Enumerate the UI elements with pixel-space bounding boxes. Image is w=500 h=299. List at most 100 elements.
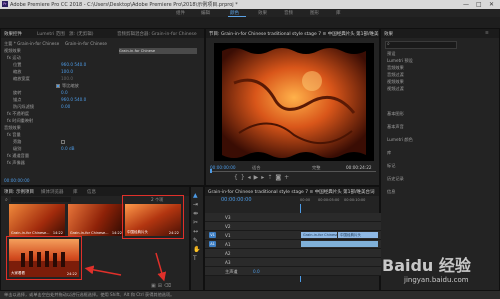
tab-sequence[interactable]: Grain-in-for Chinese traditional style s… [208,189,378,195]
razor-icon[interactable]: ✂ [193,218,203,227]
panel-markers[interactable]: 标记 [387,163,395,169]
panel-lumetri-color[interactable]: Lumetri 颜色 [387,137,413,143]
new-bin-icon[interactable]: ▣ [151,283,158,289]
master-clip-header[interactable]: 主要 * Grain-in-for Chinese [4,41,59,47]
project-panel: 项目: 示例项目 媒体浏览器 库 信息 ⌕ 2 个项 Grain-in-for … [0,186,190,291]
tab-media-browser[interactable]: 媒体浏览器 [41,189,64,195]
title-bar: Pr Adobe Premiere Pro CC 2018 - C:\Users… [0,0,500,9]
track-label: A2 [225,251,231,256]
effects-item-presets[interactable]: 预设 [387,51,395,57]
program-timecode[interactable]: 00:00:00:00 [210,165,236,170]
project-footer-tools: ▣⊞⌫ [151,283,187,290]
effect-channel-volume[interactable]: fx 通道音量 [7,153,29,159]
panel-info[interactable]: 信息 [387,189,395,195]
param-scale: 缩放 [13,69,22,74]
uniform-scale-checkbox[interactable] [56,84,60,88]
param-scale-width-value[interactable]: 100.0 [61,76,73,81]
tab-effects[interactable]: 效果 [384,31,393,37]
effects-search-input[interactable] [385,41,457,49]
panel-history[interactable]: 历史记录 [387,176,404,182]
param-rotation: 旋转 [13,90,22,95]
panel-libraries[interactable]: 库 [387,150,391,156]
project-clip-thumbnail[interactable]: Grain-in-for Chinese... 14:22 [9,204,65,236]
program-playhead[interactable] [210,169,212,173]
tab-project[interactable]: 项目: 示例项目 [4,189,34,195]
pen-icon[interactable]: ✎ [193,236,203,245]
param-scale-value[interactable]: 100.0 [61,69,73,74]
mark-out-icon[interactable]: } [241,174,248,181]
tab-lumetri-scopes[interactable]: Lumetri 范围 [37,31,65,37]
effect-panner[interactable]: fx 声像器 [7,160,25,166]
delete-icon[interactable]: ⌫ [164,283,173,289]
timeline-ruler[interactable]: 00:00 00:00:05:00 00:00:10:00 [300,198,378,204]
bypass-checkbox[interactable] [61,140,65,144]
highlight-box-sequence [122,195,184,239]
project-clip-name: Grain-in-for Chinese... [11,231,50,235]
workspace-graphics[interactable]: 图形 [310,10,319,16]
timeline-timecode[interactable]: 00:00:00:00 [221,197,252,203]
mark-in-icon[interactable]: { [234,174,241,181]
effect-time-remap[interactable]: fx 时间重映射 [7,118,33,124]
export-frame-icon[interactable]: ◙ [275,174,284,181]
param-level-value[interactable]: 0.0 dB [61,146,75,151]
selection-tool-icon[interactable]: ▲ [193,191,203,200]
type-icon[interactable]: T [193,254,203,263]
tab-info[interactable]: 信息 [87,189,96,195]
timeline-audio-clip[interactable] [301,241,378,247]
sequence-clip-header[interactable]: Grain-in-for Chinese [65,41,107,46]
ripple-edit-icon[interactable]: ⇹ [193,209,203,218]
param-anchor-value[interactable]: 960.0 540.0 [61,97,86,102]
tab-effect-controls[interactable]: 效果控件 [4,31,22,37]
project-search-input[interactable] [11,197,71,202]
effects-item-video-transitions[interactable]: 视频过渡 [387,86,404,92]
project-clip-thumbnail[interactable]: Grain-in-for Chinese... 14:22 [68,204,124,236]
param-position-value[interactable]: 960.0 540.0 [61,62,86,67]
panel-essential-graphics[interactable]: 基本图形 [387,111,404,117]
effects-item-lumetri-presets[interactable]: Lumetri 预设 [387,58,413,64]
workspace-bar: 组件 编辑 颜色 效果 音频 图形 库 [0,9,500,17]
effects-item-video-effects[interactable]: 视频效果 [387,79,404,85]
track-label: V2 [225,224,231,229]
tab-source[interactable]: 源: (无剪辑) [69,31,93,37]
hand-icon[interactable]: ✋ [193,245,203,254]
timeline-tabs: Grain-in-for Chinese traditional style s… [205,187,379,196]
workspace-assembly[interactable]: 组件 [176,10,185,16]
watermark-url: jingyan.baidu.com [404,276,469,284]
tab-libraries[interactable]: 库 [73,189,78,195]
panel-essential-sound[interactable]: 基本声音 [387,124,404,130]
track-label: V1 [225,233,231,238]
workspace-audio[interactable]: 音频 [284,10,293,16]
ruler-tick: 00:00 [300,198,311,202]
param-level: 级别 [13,146,22,151]
master-volume-value[interactable]: 0.0 [253,269,260,274]
tab-audio-clip-mixer[interactable]: 音频剪辑混合器: Grain-in-for Chinese [117,31,203,37]
panel-menu-icon[interactable]: ≡ [485,31,489,36]
effects-item-audio-effects[interactable]: 音频效果 [387,65,404,71]
program-monitor: 节目: Grain-in-for Chinese traditional sty… [205,28,380,186]
effect-motion[interactable]: fx 运动 [7,55,21,61]
workspace-libraries[interactable]: 库 [336,10,341,16]
workspace-editing[interactable]: 编辑 [201,10,210,16]
param-rotation-value[interactable]: 0.0 [61,90,68,95]
source-patch-a1[interactable]: A1 [209,241,216,247]
param-anti-flicker-value[interactable]: 0.00 [61,104,70,109]
track-label: A1 [225,242,231,247]
param-bypass: 旁路 [13,139,22,144]
minimize-button[interactable]: — [463,1,469,8]
source-patch-v1[interactable]: V1 [209,232,216,238]
program-scrub-bar[interactable] [210,171,376,172]
tab-program[interactable]: 节目: Grain-in-for Chinese traditional sty… [209,31,379,37]
workspace-effects[interactable]: 效果 [258,10,267,16]
timeline-clip[interactable]: Grain-in-for Chinese [301,232,337,238]
effect-opacity[interactable]: fx 不透明度 [7,111,29,117]
effect-controls-timecode[interactable]: 00:00:00:00 [4,178,30,183]
track-select-icon[interactable]: ⇥ [193,200,203,209]
close-button[interactable]: ✕ [489,1,494,8]
maximize-button[interactable]: □ [476,1,482,8]
effect-volume[interactable]: fx 音量 [7,132,21,138]
effects-item-audio-transitions[interactable]: 音频过渡 [387,72,404,78]
timeline-clip[interactable]: 中国经典片头 [338,232,378,238]
project-clip-duration: 14:22 [111,231,122,235]
add-icon[interactable]: + [284,174,292,181]
slip-icon[interactable]: ↔ [193,227,203,236]
